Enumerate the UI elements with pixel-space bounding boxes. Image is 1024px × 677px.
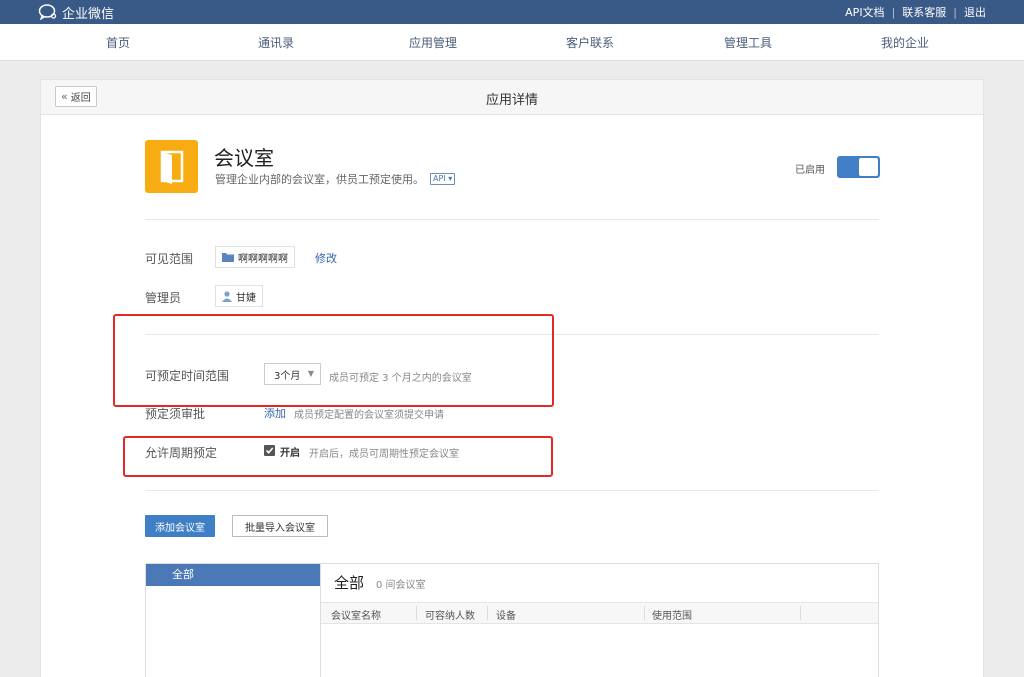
sidebar-item-all[interactable]: 全部 bbox=[146, 564, 320, 586]
add-room-button[interactable]: 添加会议室 bbox=[145, 515, 215, 537]
column-separator bbox=[416, 606, 417, 620]
door-icon bbox=[160, 150, 184, 184]
app-detail-card: « 返回 应用详情 会议室 管理企业内部的会议室，供员工预定使用。 API ▾ … bbox=[40, 79, 984, 677]
admin-tag: 甘婕 bbox=[215, 285, 263, 307]
wework-logo-icon bbox=[38, 4, 57, 20]
room-category-sidebar: 全部 bbox=[145, 563, 321, 677]
column-separator bbox=[644, 606, 645, 620]
separator: | bbox=[953, 5, 957, 19]
approval-label: 预定须审批 bbox=[145, 407, 206, 421]
top-bar: 企业微信 API文档 | 联系客服 | 退出 bbox=[0, 0, 1024, 24]
contact-support-link[interactable]: 联系客服 bbox=[902, 4, 946, 20]
nav-item-my-enterprise[interactable]: 我的企业 bbox=[855, 34, 955, 51]
approval-add-link[interactable]: 添加 bbox=[264, 405, 286, 421]
admin-label: 管理员 bbox=[145, 291, 182, 305]
column-separator bbox=[800, 606, 801, 620]
enable-toggle[interactable] bbox=[837, 156, 880, 178]
divider bbox=[145, 490, 879, 491]
highlight-box-recurring bbox=[123, 436, 553, 477]
visibility-value: 啊啊啊啊啊 bbox=[238, 253, 288, 265]
separator: | bbox=[891, 5, 896, 19]
api-docs-link[interactable]: API文档 bbox=[845, 4, 884, 20]
card-header: « 返回 应用详情 bbox=[41, 80, 983, 115]
nav-item-home[interactable]: 首页 bbox=[68, 34, 168, 51]
api-badge[interactable]: API ▾ bbox=[430, 173, 456, 185]
approval-hint: 成员预定配置的会议室须提交申请 bbox=[294, 410, 444, 421]
nav-item-app-management[interactable]: 应用管理 bbox=[383, 34, 483, 51]
app-icon bbox=[145, 140, 198, 193]
app-description-row: 管理企业内部的会议室，供员工预定使用。 API ▾ bbox=[215, 171, 456, 187]
main-nav: 首页 通讯录 应用管理 客户联系 管理工具 我的企业 bbox=[0, 24, 1024, 61]
status-label: 已启用 bbox=[795, 165, 825, 176]
top-links: API文档 | 联系客服 | 退出 bbox=[845, 4, 986, 20]
api-badge-text: API bbox=[433, 174, 446, 183]
room-table-header: 会议室名称 可容纳人数 设备 使用范围 bbox=[321, 602, 878, 624]
app-description: 管理企业内部的会议室，供员工预定使用。 bbox=[215, 173, 424, 186]
brand-logo[interactable]: 企业微信 bbox=[38, 3, 115, 22]
batch-import-button[interactable]: 批量导入会议室 bbox=[232, 515, 328, 537]
room-list-panel: 全部 0 间会议室 会议室名称 可容纳人数 设备 使用范围 bbox=[320, 563, 879, 677]
logout-link[interactable]: 退出 bbox=[964, 4, 986, 20]
highlight-box-time-range bbox=[113, 314, 554, 407]
column-header-room-name: 会议室名称 bbox=[331, 611, 381, 622]
divider bbox=[145, 219, 879, 220]
room-count: 0 间会议室 bbox=[376, 580, 426, 591]
visibility-tag: 啊啊啊啊啊 bbox=[215, 246, 295, 268]
toggle-knob bbox=[859, 158, 878, 176]
folder-icon bbox=[222, 253, 234, 262]
column-header-equipment: 设备 bbox=[496, 611, 516, 622]
room-list-heading: 全部 bbox=[334, 574, 365, 592]
user-icon bbox=[222, 290, 232, 302]
column-separator bbox=[487, 606, 488, 620]
column-header-usage-scope: 使用范围 bbox=[652, 611, 692, 622]
modify-link[interactable]: 修改 bbox=[315, 250, 337, 266]
nav-item-customer-contact[interactable]: 客户联系 bbox=[540, 34, 640, 51]
app-name: 会议室 bbox=[214, 146, 274, 170]
admin-value: 甘婕 bbox=[236, 292, 256, 304]
nav-item-contacts[interactable]: 通讯录 bbox=[226, 34, 326, 51]
visibility-label: 可见范围 bbox=[145, 252, 194, 266]
nav-item-management-tools[interactable]: 管理工具 bbox=[698, 34, 798, 51]
brand-name: 企业微信 bbox=[62, 6, 115, 22]
column-header-capacity: 可容纳人数 bbox=[425, 611, 475, 622]
page-title: 应用详情 bbox=[485, 93, 538, 108]
